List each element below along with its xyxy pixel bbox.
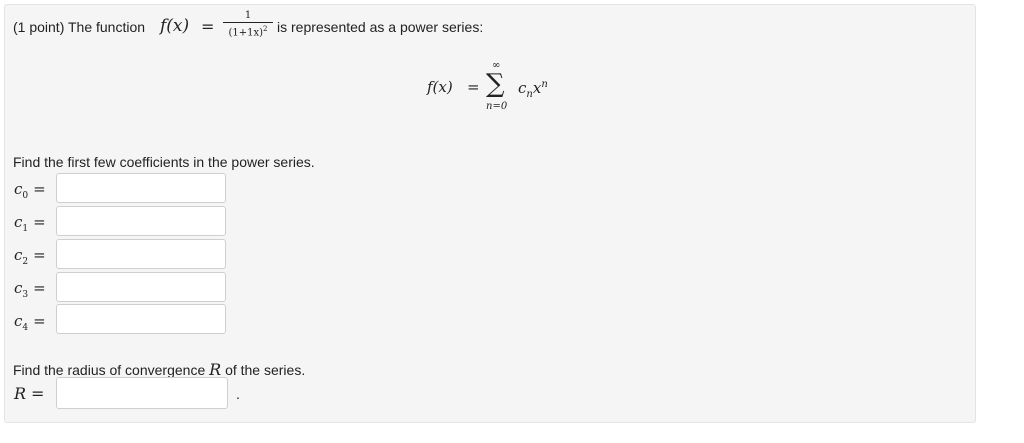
series-equals: = — [467, 78, 480, 96]
c0-label: c0 = — [14, 180, 46, 201]
sigma-symbol: ∑ — [486, 69, 505, 99]
radius-label-var: R — [14, 384, 27, 403]
c2-eq: = — [33, 246, 46, 264]
series-lhs: f(x) — [427, 78, 453, 96]
fraction-denominator: (1+1x)2 — [223, 24, 273, 38]
c4-sub: 4 — [22, 323, 29, 333]
denominator-base: (1+1x) — [228, 27, 264, 39]
c1-eq: = — [33, 213, 46, 231]
function-fraction: 1 (1+1x)2 — [223, 10, 273, 38]
c1-sub: 1 — [22, 224, 29, 234]
c1-input[interactable] — [56, 206, 226, 236]
radius-label-eq: = — [31, 384, 45, 403]
series-term: cnxn — [518, 79, 548, 100]
c2-input[interactable] — [56, 239, 226, 269]
c0-eq: = — [33, 180, 46, 198]
c4-label: c4 = — [14, 312, 46, 333]
radius-label: R = — [14, 384, 44, 403]
series-lower-limit: n=0 — [486, 101, 508, 112]
c4-eq: = — [33, 312, 46, 330]
function-equals: = — [201, 17, 215, 36]
c3-input[interactable] — [56, 272, 226, 302]
problem-intro-suffix: is represented as a power series: — [277, 19, 484, 35]
fraction-numerator: 1 — [244, 10, 252, 21]
c0-sub: 0 — [22, 191, 29, 201]
function-name: f(x) — [160, 16, 190, 36]
term-x-exponent: n — [541, 79, 548, 90]
problem-intro: (1 point) The function — [13, 19, 146, 35]
coefficients-prompt: Find the first few coefficients in the p… — [13, 154, 315, 170]
fraction-bar — [223, 22, 273, 23]
c3-eq: = — [33, 279, 46, 297]
radius-trailing-period: . — [236, 386, 240, 402]
c0-input[interactable] — [56, 173, 226, 203]
c3-sub: 3 — [22, 290, 29, 300]
c3-label: c3 = — [14, 279, 46, 300]
c1-label: c1 = — [14, 213, 46, 234]
c2-label: c2 = — [14, 246, 46, 267]
c2-sub: 2 — [22, 257, 29, 267]
radius-input[interactable] — [56, 377, 228, 409]
c4-input[interactable] — [56, 304, 226, 334]
radius-prompt-before: Find the radius of convergence — [13, 362, 206, 378]
denominator-exponent: 2 — [263, 25, 268, 33]
radius-prompt-after: of the series. — [225, 362, 306, 378]
